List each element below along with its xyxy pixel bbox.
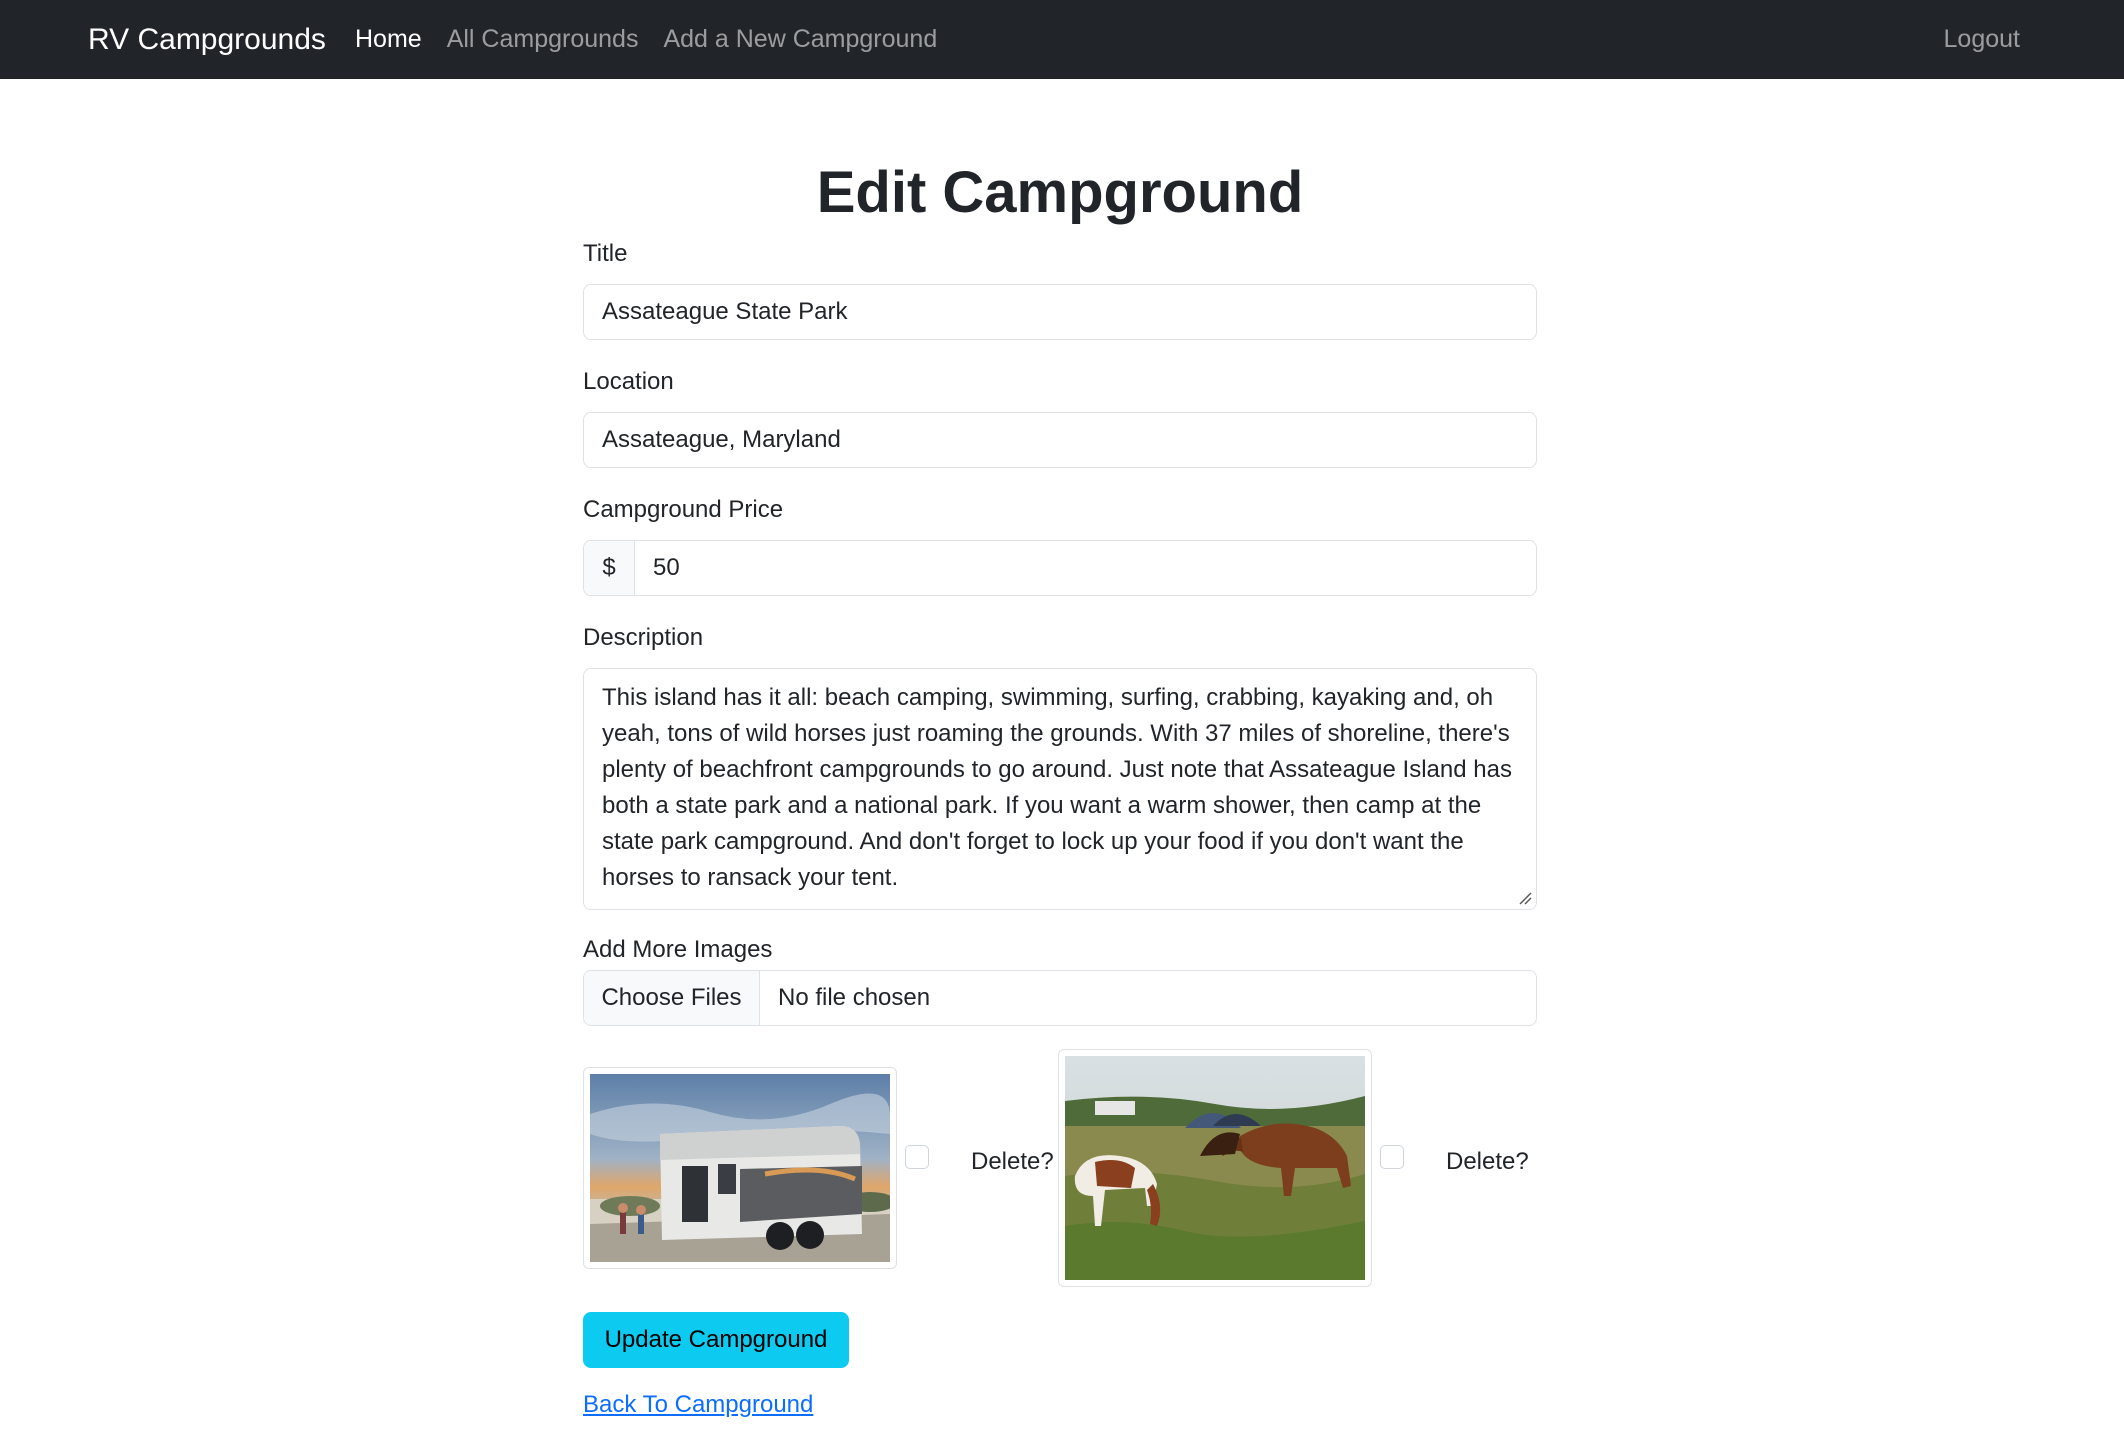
delete-image-2-checkbox[interactable] bbox=[1380, 1145, 1404, 1169]
nav-links: Home All Campgrounds Add a New Campgroun… bbox=[355, 0, 962, 79]
currency-prefix: $ bbox=[584, 541, 635, 595]
page-title: Edit Campground bbox=[816, 160, 1304, 225]
choose-files-button[interactable]: Choose Files bbox=[584, 971, 760, 1025]
horses-image bbox=[1065, 1056, 1365, 1280]
delete-image-2-label: Delete? bbox=[1446, 1148, 1529, 1175]
price-label: Campground Price bbox=[583, 496, 784, 523]
nav-all-campgrounds-link[interactable]: All Campgrounds bbox=[447, 25, 639, 54]
rv-trailer-image bbox=[590, 1074, 890, 1262]
delete-image-1-checkbox[interactable] bbox=[905, 1145, 929, 1169]
description-text: This island has it all: beach camping, s… bbox=[602, 684, 1512, 891]
title-input[interactable]: Assateague State Park bbox=[583, 284, 1537, 340]
resize-grip-icon[interactable] bbox=[1518, 891, 1532, 905]
nav-add-campground-link[interactable]: Add a New Campground bbox=[663, 25, 937, 54]
delete-image-1-label: Delete? bbox=[971, 1148, 1054, 1175]
campground-image-2 bbox=[1058, 1049, 1372, 1287]
price-input[interactable]: 50 bbox=[635, 541, 1536, 595]
description-label: Description bbox=[583, 624, 704, 651]
title-label: Title bbox=[583, 240, 628, 267]
price-input-group: $ 50 bbox=[583, 540, 1537, 596]
file-input[interactable]: Choose Files No file chosen bbox=[583, 970, 1537, 1026]
file-status: No file chosen bbox=[778, 984, 931, 1011]
location-input[interactable]: Assateague, Maryland bbox=[583, 412, 1537, 468]
update-campground-button[interactable]: Update Campground bbox=[583, 1312, 849, 1368]
navbar: RV Campgrounds Home All Campgrounds Add … bbox=[0, 0, 2124, 79]
description-textarea[interactable]: This island has it all: beach camping, s… bbox=[583, 668, 1537, 910]
back-to-campground-link[interactable]: Back To Campground bbox=[583, 1391, 813, 1419]
images-label: Add More Images bbox=[583, 936, 773, 963]
logout-link[interactable]: Logout bbox=[1944, 0, 2020, 79]
location-label: Location bbox=[583, 368, 674, 395]
brand-link[interactable]: RV Campgrounds bbox=[88, 0, 326, 79]
campground-image-1 bbox=[583, 1067, 897, 1269]
nav-home-link[interactable]: Home bbox=[355, 25, 422, 54]
